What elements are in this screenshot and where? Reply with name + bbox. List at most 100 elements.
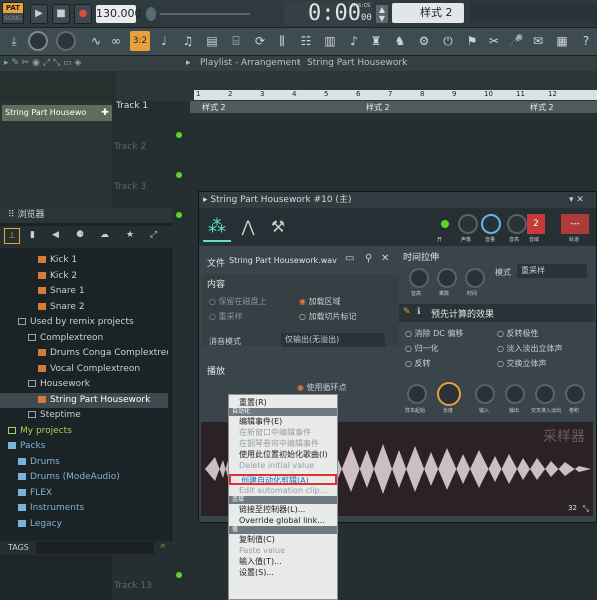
list-item[interactable]: Complextreon — [0, 331, 168, 347]
keep-on-disk-option[interactable]: ○ 保留在磁盘上 — [209, 296, 267, 307]
playlist-tools-icon[interactable]: ▸ ✎ ✂ ◉ ⤢ ⤡ ▭ ◈ — [4, 56, 81, 71]
list-item[interactable]: Used by remix projects — [0, 315, 168, 331]
touch-controller-icon[interactable]: ⚙ — [414, 31, 434, 51]
master-pitch-knob[interactable] — [146, 7, 156, 21]
download-icon[interactable]: ⤓ — [4, 31, 24, 51]
waveform-icon[interactable]: ∿ — [86, 31, 106, 51]
search-icon[interactable]: ⌕ — [156, 541, 170, 555]
menu-edit-event-new-window[interactable]: 在新窗口中编辑事件 — [229, 427, 337, 438]
length-knob[interactable] — [437, 382, 461, 406]
tab-sample[interactable]: ⁂ — [203, 212, 231, 242]
chat-icon[interactable]: ✉ — [528, 31, 548, 51]
timeline-ruler[interactable]: 1 2 3 4 5 6 7 8 9 10 11 12 — [194, 90, 597, 100]
resample-option[interactable]: ○ 重采样 — [209, 311, 243, 322]
sample-start-knob[interactable] — [407, 384, 427, 404]
pattern-selector[interactable]: 样式 2 — [392, 3, 464, 23]
track-1-label[interactable]: Track 1 — [116, 101, 182, 117]
loop-icon[interactable]: ∞ — [106, 31, 126, 51]
browser-star-icon[interactable]: ★ — [126, 230, 134, 240]
tab-misc[interactable]: ⚒ — [265, 212, 291, 242]
fx-swap-stereo[interactable]: ○ 交换立体声 — [497, 358, 547, 369]
crossfade-knob[interactable] — [535, 384, 555, 404]
layout-icon[interactable]: ▦ — [552, 31, 572, 51]
volume-knob[interactable] — [481, 214, 501, 234]
mixer-icon[interactable]: ⫼ — [272, 31, 292, 51]
window-controls[interactable]: ▾ ✕ — [569, 192, 595, 208]
menu-override-link[interactable]: Override global link... — [229, 515, 337, 526]
list-item-selected[interactable]: String Part Housework — [0, 392, 168, 408]
power-led[interactable] — [441, 220, 449, 228]
load-region-option[interactable]: ◉ 加载区域 — [299, 296, 341, 307]
track-13-label[interactable]: Track 13 — [114, 581, 186, 591]
browser-all-icon[interactable]: ⟂ — [4, 228, 20, 244]
fx-reverse[interactable]: ○ 反转 — [405, 358, 431, 369]
menu-copy-value[interactable]: 复制值(C) — [229, 534, 337, 545]
track-13-led[interactable] — [176, 572, 182, 578]
open-icon[interactable]: ⚑ — [462, 31, 482, 51]
fx-reverse-polarity[interactable]: ○ 反转极性 — [497, 328, 539, 339]
playlist-icon[interactable]: ♪ — [344, 31, 364, 51]
channel-rack-icon[interactable]: ☷ — [296, 31, 316, 51]
track-3-led[interactable] — [176, 212, 182, 218]
list-item[interactable]: Packs — [0, 439, 168, 455]
stretch-multiplier-knob[interactable] — [437, 268, 457, 288]
list-item[interactable]: Vocal Complextreon — [0, 362, 168, 378]
window-titlebar[interactable]: ▸ String Part Housework #10 (主) — [199, 192, 596, 208]
list-item[interactable]: FLEX — [0, 486, 168, 502]
declick-dropdown[interactable]: 仅输出(无溢出) — [281, 333, 385, 347]
browser-folder-icon[interactable]: ⤢ — [150, 230, 157, 240]
browser-cloud-icon[interactable]: ☁ — [100, 230, 109, 240]
pan-knob[interactable] — [458, 214, 478, 234]
plugin-picker-icon[interactable]: ♞ — [390, 31, 410, 51]
wait-icon[interactable]: ♫ — [178, 31, 198, 51]
input-knob[interactable] — [475, 384, 495, 404]
list-item[interactable]: Instruments — [0, 501, 168, 517]
piano-roll-icon[interactable]: ▥ — [320, 31, 340, 51]
help-icon[interactable]: ? — [576, 31, 596, 51]
convolution-knob[interactable] — [565, 384, 585, 404]
use-loop-option[interactable]: ◉ 使用循环点 — [297, 382, 347, 393]
clear-icon[interactable]: ✕ — [381, 253, 389, 264]
list-item[interactable]: Drums — [0, 455, 168, 471]
fx-dc-offset[interactable]: ○ 消除 DC 偏移 — [405, 328, 463, 339]
pin-icon[interactable]: ⚲ — [365, 253, 372, 264]
master-slider[interactable] — [160, 13, 250, 15]
menu-edit-event[interactable]: 编辑事件(E) — [229, 416, 337, 427]
pitch-knob[interactable] — [507, 214, 527, 234]
pattern-clip-row[interactable]: 样式 2 样式 2 样式 2 — [190, 101, 597, 113]
track-2-led[interactable] — [176, 172, 182, 178]
clip-item[interactable]: String Part Housewo — [2, 105, 98, 121]
pattern-clip-1[interactable]: 样式 2 — [202, 102, 226, 113]
stretch-pitch-knob[interactable] — [409, 268, 429, 288]
menu-create-automation-clip[interactable]: 创建自动化剪辑(A) — [229, 474, 337, 485]
countdown-icon[interactable]: ▤ — [202, 31, 222, 51]
mic-icon[interactable]: 🎤 — [506, 31, 526, 51]
track-1-led[interactable] — [176, 132, 182, 138]
menu-enter-value[interactable]: 输入值(T)... — [229, 556, 337, 567]
list-item[interactable]: Steptime — [0, 408, 168, 424]
list-item[interactable]: Drums (ModeAudio) — [0, 470, 168, 486]
time-sig-icon[interactable]: 3:2 — [130, 31, 150, 51]
output-knob[interactable] — [505, 384, 525, 404]
pattern-arrows[interactable]: ▲ ▼ — [376, 5, 388, 23]
menu-link-controller[interactable]: 链接至控制器(L)... — [229, 504, 337, 515]
list-item[interactable]: Housework — [0, 377, 168, 393]
folder-open-icon[interactable]: ▭ — [345, 253, 354, 264]
menu-edit-in-piano-roll[interactable]: 在钢琴卷帘中编辑事件 — [229, 438, 337, 449]
list-item[interactable]: Snare 1 — [0, 284, 168, 300]
list-item[interactable]: My projects — [0, 424, 168, 440]
menu-arrow-icon[interactable]: ▸ — [186, 56, 191, 71]
menu-init-song[interactable]: 使用此位置初始化歌曲(I) — [229, 449, 337, 460]
menu-settings[interactable]: 设置(S)... — [229, 567, 337, 578]
list-item[interactable]: Snare 2 — [0, 300, 168, 316]
list-item[interactable]: Kick 2 — [0, 269, 168, 285]
menu-delete-initial[interactable]: Delete initial value — [229, 460, 337, 471]
tags-search-input[interactable] — [36, 542, 154, 554]
pat-song-toggle[interactable]: PAT SONG — [2, 2, 24, 24]
stop-button[interactable]: ■ — [52, 4, 70, 24]
stretch-time-knob[interactable] — [465, 268, 485, 288]
load-slices-option[interactable]: ○ 加载切片标记 — [299, 311, 357, 322]
clip-plus-icon[interactable]: ✚ — [98, 105, 112, 121]
file-name[interactable]: String Part Housework.wav — [229, 256, 337, 265]
browser-files-icon[interactable]: ▮ — [30, 230, 35, 240]
